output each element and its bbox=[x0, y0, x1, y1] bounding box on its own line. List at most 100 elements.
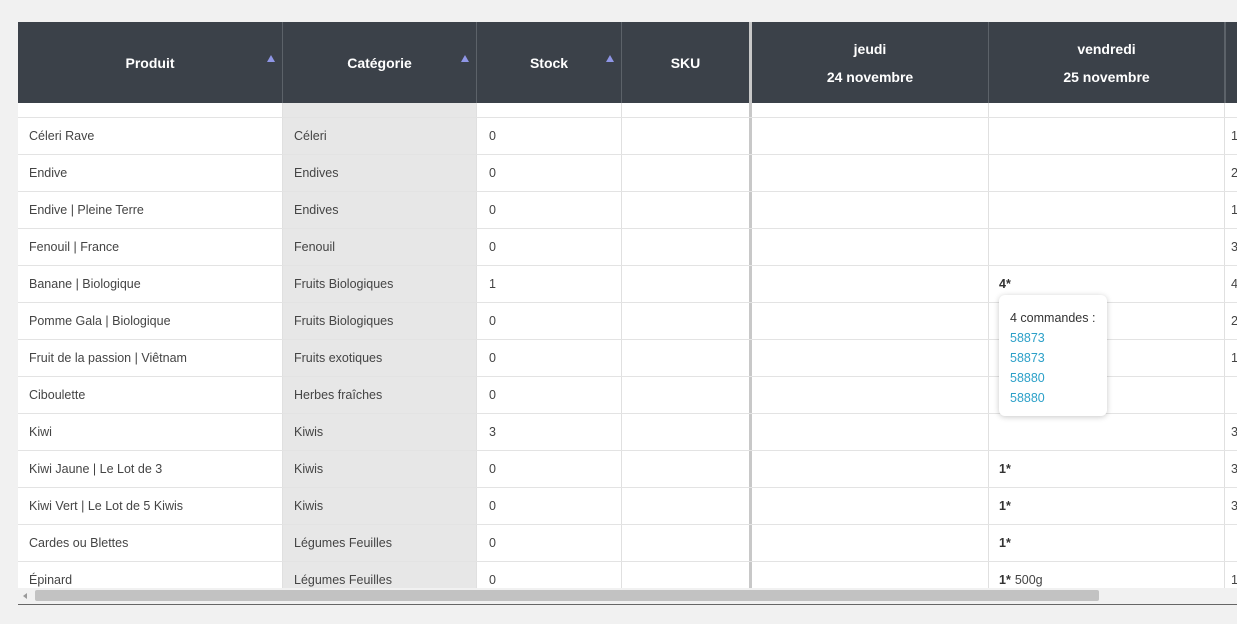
cell-jeudi bbox=[752, 488, 989, 524]
cell-next: 2 bbox=[1225, 303, 1237, 339]
cell-produit: Céleri Rave bbox=[18, 118, 283, 154]
cell-produit: Endive | Pleine Terre bbox=[18, 192, 283, 228]
cell-jeudi bbox=[752, 414, 989, 450]
order-link[interactable]: 58873 bbox=[1010, 328, 1107, 348]
cell-jeudi bbox=[752, 118, 989, 154]
cell-jeudi bbox=[752, 525, 989, 561]
scroll-left-icon[interactable] bbox=[23, 593, 27, 599]
cell-jeudi bbox=[752, 229, 989, 265]
cell-sku bbox=[622, 340, 752, 376]
cell-stock: 0 bbox=[477, 340, 622, 376]
cell-next: 3 bbox=[1225, 414, 1237, 450]
cell-produit: Épinard bbox=[18, 562, 283, 588]
table-row: KiwiKiwis33 bbox=[18, 414, 1237, 451]
orders-tooltip: 4 commandes : 58873 58873 58880 58880 bbox=[999, 295, 1107, 416]
cell-stock: 0 bbox=[477, 118, 622, 154]
cell-categorie: Légumes Feuilles bbox=[283, 562, 477, 588]
cell-vendredi bbox=[989, 229, 1225, 265]
cell-sku bbox=[622, 414, 752, 450]
order-note: 500g bbox=[1014, 573, 1043, 587]
cell-sku bbox=[622, 192, 752, 228]
cell-vendredi: 1* bbox=[989, 488, 1225, 524]
grid-header: Produit Catégorie Stock SKU jeudi 24 nov… bbox=[18, 22, 1237, 103]
cell-sku bbox=[622, 562, 752, 588]
cell-sku bbox=[622, 118, 752, 154]
cell-produit: Kiwi Vert | Le Lot de 5 Kiwis bbox=[18, 488, 283, 524]
order-link[interactable]: 58880 bbox=[1010, 368, 1107, 388]
cell-next: 2 bbox=[1225, 155, 1237, 191]
cell-stock: 0 bbox=[477, 377, 622, 413]
cell-next: 1 bbox=[1225, 340, 1237, 376]
cell-stock: 0 bbox=[477, 155, 622, 191]
table-row: Céleri RaveCéleri0 1 bbox=[18, 118, 1237, 155]
order-count[interactable]: 1* bbox=[999, 499, 1011, 513]
cell-jeudi bbox=[752, 562, 989, 588]
table-row-partial bbox=[18, 103, 1237, 118]
cell-sku bbox=[622, 377, 752, 413]
table-row: Kiwi Vert | Le Lot de 5 KiwisKiwis0 1* 3 bbox=[18, 488, 1237, 525]
sort-asc-icon[interactable] bbox=[267, 55, 275, 62]
horizontal-scrollbar[interactable] bbox=[18, 588, 1237, 605]
cell-produit: Ciboulette bbox=[18, 377, 283, 413]
table-row: ÉpinardLégumes Feuilles01*500g1 bbox=[18, 562, 1237, 588]
cell-stock: 0 bbox=[477, 229, 622, 265]
cell-next: 3 bbox=[1225, 229, 1237, 265]
cell-stock: 1 bbox=[477, 266, 622, 302]
cell-next: 1 bbox=[1225, 192, 1237, 228]
cell-next: 3 bbox=[1225, 488, 1237, 524]
cell-produit: Kiwi Jaune | Le Lot de 3 bbox=[18, 451, 283, 487]
table-row: Cardes ou Blettes Légumes Feuilles 0 1* bbox=[18, 525, 1237, 562]
column-header-sku: SKU bbox=[622, 22, 752, 103]
cell-next bbox=[1225, 377, 1237, 413]
order-count[interactable]: 4* bbox=[999, 277, 1011, 291]
order-link[interactable]: 58880 bbox=[1010, 388, 1107, 408]
order-count[interactable]: 1* bbox=[999, 573, 1011, 587]
cell-categorie: Herbes fraîches bbox=[283, 377, 477, 413]
cell-sku bbox=[622, 525, 752, 561]
cell-produit: Fruit de la passion | Viêtnam bbox=[18, 340, 283, 376]
cell-categorie: Endives bbox=[283, 155, 477, 191]
column-header-vendredi: vendredi 25 novembre bbox=[989, 22, 1225, 103]
column-header-produit[interactable]: Produit bbox=[18, 22, 283, 103]
scrollbar-thumb[interactable] bbox=[35, 590, 1099, 601]
table-row: Kiwi Jaune | Le Lot de 3Kiwis0 1* 3 bbox=[18, 451, 1237, 488]
sort-asc-icon[interactable] bbox=[606, 55, 614, 62]
cell-sku bbox=[622, 266, 752, 302]
table-row: Fenouil | FranceFenouil0 3 bbox=[18, 229, 1237, 266]
cell-sku bbox=[622, 155, 752, 191]
order-count[interactable]: 1* bbox=[999, 536, 1011, 550]
cell-categorie: Fruits exotiques bbox=[283, 340, 477, 376]
cell-vendredi: 1* bbox=[989, 451, 1225, 487]
cell-vendredi bbox=[989, 192, 1225, 228]
cell-jeudi bbox=[752, 451, 989, 487]
cell-stock: 0 bbox=[477, 451, 622, 487]
order-link[interactable]: 58873 bbox=[1010, 348, 1107, 368]
tooltip-title: 4 commandes : bbox=[1010, 311, 1096, 325]
cell-categorie: Endives bbox=[283, 192, 477, 228]
cell-sku bbox=[622, 303, 752, 339]
cell-next: 1 bbox=[1225, 118, 1237, 154]
cell-produit: Endive bbox=[18, 155, 283, 191]
cell-produit: Fenouil | France bbox=[18, 229, 283, 265]
cell-stock: 0 bbox=[477, 303, 622, 339]
cell-next bbox=[1225, 525, 1237, 561]
cell-next: 1 bbox=[1225, 562, 1237, 588]
cell-sku bbox=[622, 488, 752, 524]
cell-produit: Banane | Biologique bbox=[18, 266, 283, 302]
cell-jeudi bbox=[752, 377, 989, 413]
cell-vendredi bbox=[989, 118, 1225, 154]
cell-jeudi bbox=[752, 192, 989, 228]
cell-sku bbox=[622, 451, 752, 487]
cell-jeudi bbox=[752, 155, 989, 191]
cell-categorie: Kiwis bbox=[283, 414, 477, 450]
column-header-stock[interactable]: Stock bbox=[477, 22, 622, 103]
cell-categorie: Légumes Feuilles bbox=[283, 525, 477, 561]
sort-asc-icon[interactable] bbox=[461, 55, 469, 62]
cell-vendredi: 1* bbox=[989, 525, 1225, 561]
cell-jeudi bbox=[752, 266, 989, 302]
cell-next: 3 bbox=[1225, 451, 1237, 487]
column-header-categorie[interactable]: Catégorie bbox=[283, 22, 477, 103]
cell-vendredi: 1* 500g bbox=[989, 562, 1225, 588]
order-count[interactable]: 1* bbox=[999, 462, 1011, 476]
column-header-next-day bbox=[1225, 22, 1237, 103]
